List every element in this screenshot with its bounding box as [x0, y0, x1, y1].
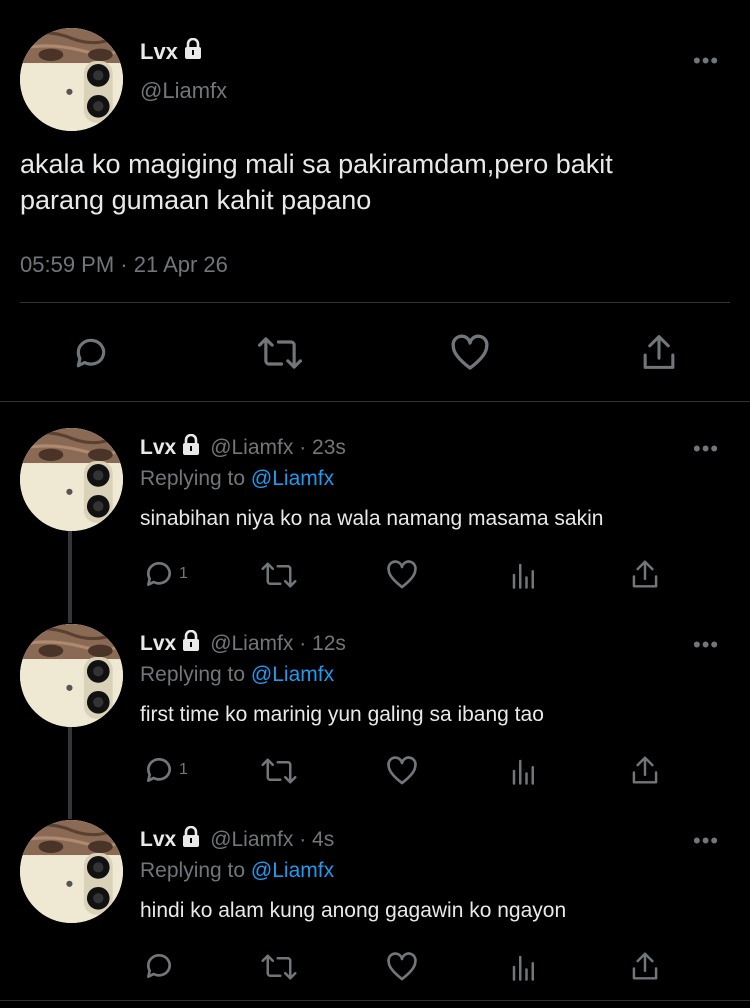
replying-to-label: Replying to — [140, 467, 246, 490]
reply-count: 1 — [179, 565, 188, 582]
tweet-text-line: parang gumaan kahit papano — [20, 185, 372, 215]
avatar[interactable] — [20, 820, 123, 923]
replying-to-link[interactable]: @Liamfx — [251, 859, 334, 882]
more-options-button[interactable]: ••• — [693, 50, 719, 72]
share-icon — [632, 560, 658, 588]
replying-to: Replying to @Liamfx — [140, 859, 334, 883]
reply-count: 1 — [179, 761, 188, 778]
retweet-icon — [258, 337, 302, 369]
display-name-text: Lvx — [140, 632, 177, 655]
tweet-text-line: akala ko magiging mali sa pakiramdam,per… — [20, 149, 613, 179]
like-button[interactable] — [450, 334, 490, 372]
divider — [0, 401, 750, 402]
lock-icon — [182, 37, 204, 66]
reply-header: Lvx @Liamfx · 23s — [140, 433, 346, 462]
share-button[interactable] — [630, 558, 660, 590]
tweet-text: akala ko magiging mali sa pakiramdam,per… — [20, 146, 613, 218]
more-options-button[interactable]: ••• — [693, 634, 719, 656]
lock-icon — [180, 825, 202, 854]
reply-button[interactable] — [143, 950, 179, 982]
like-button[interactable] — [386, 560, 418, 590]
display-name[interactable]: Lvx — [140, 37, 204, 66]
replying-to: Replying to @Liamfx — [140, 663, 334, 687]
replying-to-link[interactable]: @Liamfx — [251, 467, 334, 490]
more-options-button[interactable]: ••• — [693, 830, 719, 852]
reply-header: Lvx @Liamfx · 4s — [140, 825, 334, 854]
retweet-button[interactable] — [261, 952, 297, 982]
avatar[interactable] — [20, 624, 123, 727]
handle[interactable]: @Liamfx — [140, 78, 227, 104]
reply-button[interactable]: 1 — [143, 754, 188, 786]
reply-text: sinabihan niya ko na wala namang masama … — [140, 507, 604, 530]
lock-icon — [180, 629, 202, 658]
tweet-timestamp[interactable]: 05:59 PM · 21 Apr 26 — [20, 252, 228, 278]
replying-to-label: Replying to — [140, 663, 246, 686]
heart-icon — [387, 756, 417, 785]
speech-bubble-icon — [76, 338, 106, 368]
handle-time[interactable]: @Liamfx · 23s — [210, 436, 346, 460]
bar-chart-icon — [512, 759, 534, 785]
display-name-text: Lvx — [140, 828, 177, 851]
display-name-text: Lvx — [140, 39, 178, 64]
retweet-button[interactable] — [261, 756, 297, 786]
heart-icon — [387, 560, 417, 589]
divider — [20, 302, 730, 303]
share-icon — [632, 756, 658, 784]
replying-to-label: Replying to — [140, 859, 246, 882]
retweet-icon — [261, 954, 297, 980]
share-icon — [643, 335, 675, 369]
retweet-button[interactable] — [261, 560, 297, 590]
share-button[interactable] — [630, 950, 660, 982]
share-button[interactable] — [630, 754, 660, 786]
display-name-text: Lvx — [140, 436, 177, 459]
analytics-button[interactable] — [510, 952, 538, 982]
divider — [0, 1000, 750, 1001]
like-button[interactable] — [386, 756, 418, 786]
heart-icon — [451, 334, 489, 370]
replying-to: Replying to @Liamfx — [140, 467, 334, 491]
heart-icon — [387, 952, 417, 981]
display-name[interactable]: Lvx — [140, 433, 202, 462]
retweet-icon — [261, 758, 297, 784]
retweet-button[interactable] — [258, 334, 302, 372]
handle-time[interactable]: @Liamfx · 12s — [210, 632, 346, 656]
speech-bubble-icon — [147, 758, 171, 782]
more-options-button[interactable]: ••• — [693, 438, 719, 460]
reply-button[interactable] — [72, 334, 110, 372]
analytics-button[interactable] — [510, 756, 538, 786]
display-name[interactable]: Lvx — [140, 825, 202, 854]
bar-chart-icon — [512, 563, 534, 589]
reply-text: first time ko marinig yun galing sa iban… — [140, 703, 544, 726]
share-icon — [632, 952, 658, 980]
speech-bubble-icon — [147, 954, 171, 978]
like-button[interactable] — [386, 952, 418, 982]
handle-time[interactable]: @Liamfx · 4s — [210, 828, 334, 852]
reply-button[interactable]: 1 — [143, 558, 188, 590]
avatar[interactable] — [20, 428, 123, 531]
lock-icon — [180, 433, 202, 462]
analytics-button[interactable] — [510, 560, 538, 590]
reply-header: Lvx @Liamfx · 12s — [140, 629, 346, 658]
share-button[interactable] — [640, 332, 678, 372]
avatar[interactable] — [20, 28, 123, 131]
speech-bubble-icon — [147, 562, 171, 586]
display-name[interactable]: Lvx — [140, 629, 202, 658]
retweet-icon — [261, 562, 297, 588]
thread-connector — [68, 531, 72, 623]
bar-chart-icon — [512, 955, 534, 981]
reply-text: hindi ko alam kung anong gagawin ko ngay… — [140, 899, 567, 922]
thread-connector — [68, 727, 72, 819]
replying-to-link[interactable]: @Liamfx — [251, 663, 334, 686]
